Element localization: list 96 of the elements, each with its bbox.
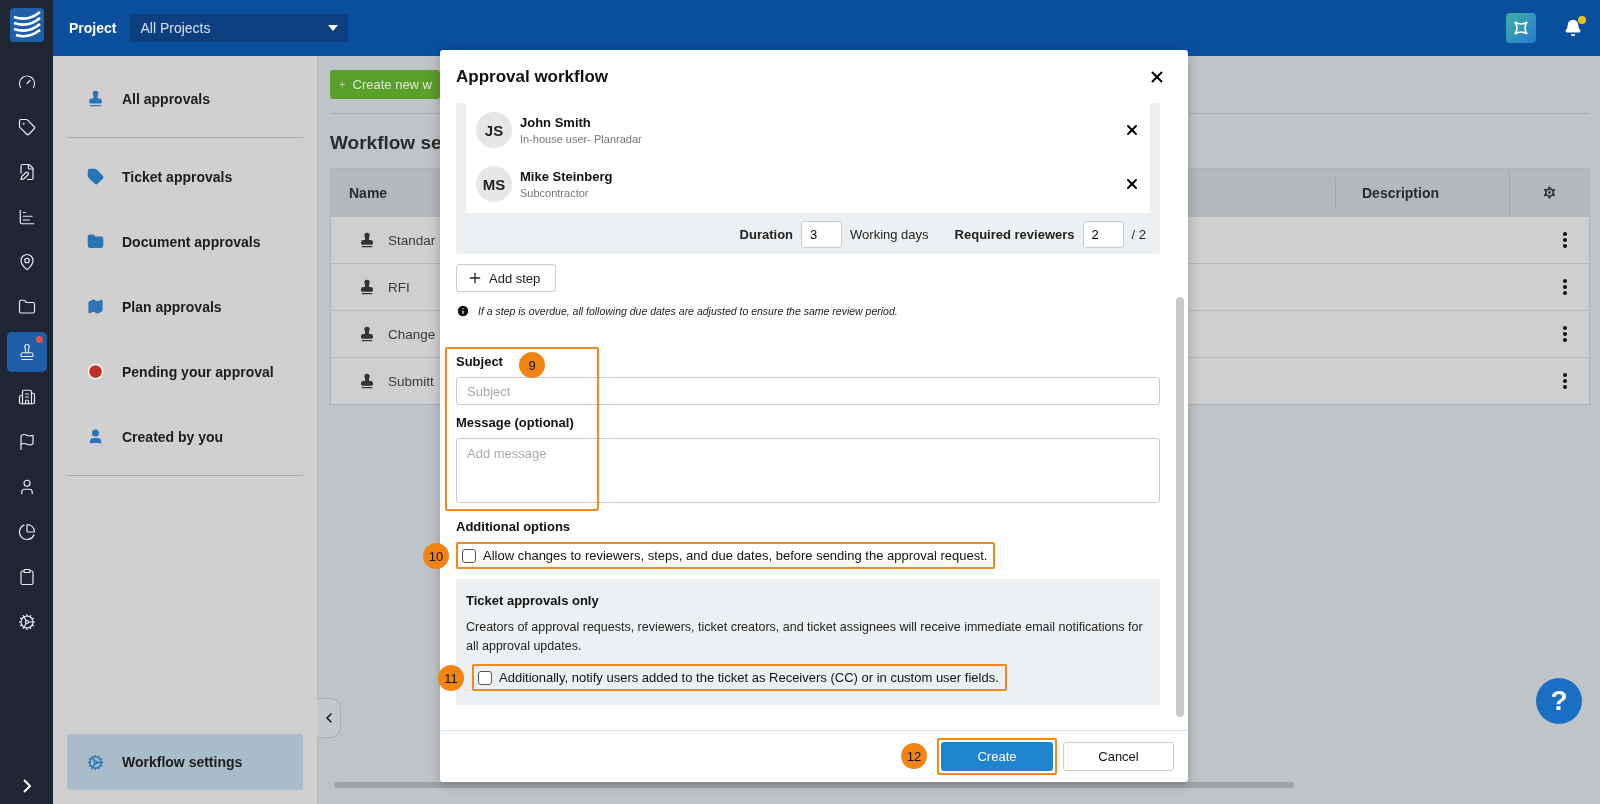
option-label: Additionally, notify users added to the ticket as Receivers (CC) or in custom user fields. [499, 670, 999, 685]
step-number-badge: 9 [519, 352, 545, 378]
sidebar-item[interactable]: Document approvals [67, 209, 303, 274]
gears-icon [87, 753, 104, 771]
pie-chart-icon [17, 523, 36, 541]
nav-rail-button[interactable] [6, 332, 47, 372]
duration-field[interactable]: 3 [801, 221, 843, 248]
sidebar-item[interactable]: Plan approvals [67, 274, 303, 339]
gears-icon [17, 613, 36, 631]
add-step-button[interactable]: Add step [456, 264, 556, 292]
stamp-icon [17, 343, 36, 361]
chevron-right-icon [22, 779, 31, 793]
gauge-icon [17, 73, 36, 91]
ticket-options-title: Ticket approvals only [466, 593, 599, 608]
more-icon [1563, 279, 1567, 295]
folder-icon [17, 298, 36, 316]
info-icon [456, 304, 470, 318]
row-menu-button[interactable] [1563, 373, 1567, 389]
reviewers-total: / 2 [1131, 227, 1146, 242]
table-cell: Submitt [388, 373, 434, 389]
stamp-icon [359, 232, 375, 248]
sidebar-item[interactable]: Workflow settings [67, 734, 303, 790]
sidebar-item[interactable]: Ticket approvals [67, 144, 303, 209]
checkbox[interactable] [462, 548, 476, 563]
dialog-title: Approval workflow [456, 66, 609, 87]
subject-label: Subject [456, 354, 503, 369]
sidebar-item[interactable]: Created by you [67, 404, 303, 469]
duration-unit: Working days [850, 227, 929, 242]
help-button[interactable]: ? [1536, 678, 1582, 724]
row-menu-button[interactable] [1563, 326, 1567, 342]
document-pen-icon [17, 163, 36, 181]
remove-button[interactable] [1124, 176, 1140, 192]
reviewer-name: John Smith [520, 115, 592, 130]
stamp-icon [87, 90, 104, 107]
flag-icon [17, 433, 36, 451]
plus-icon [467, 270, 483, 286]
more-icon [1563, 373, 1567, 389]
table-cell: RFI [388, 279, 410, 295]
required-reviewers-label: Required reviewers [954, 227, 1075, 242]
row-menu-button[interactable] [1563, 279, 1567, 295]
additional-options-label: Additional options [456, 519, 571, 534]
collapse-button[interactable] [317, 698, 341, 738]
message-label: Message (optional) [456, 415, 574, 430]
avatar: MS [476, 166, 512, 202]
step-number-badge: 11 [438, 665, 464, 691]
project-dropdown[interactable]: All Projects [130, 14, 349, 42]
info-text: If a step is overdue, all following due dates are adjusted to ensure the same review period. [478, 305, 898, 317]
scrollbar[interactable] [334, 782, 1294, 788]
sidebar-item[interactable]: Pending your approval [67, 339, 303, 404]
close-icon [1124, 122, 1140, 138]
scrollbar[interactable] [1176, 297, 1184, 717]
page-title: Workflow se [330, 132, 442, 154]
folder-icon [87, 233, 104, 250]
avatar: JS [476, 112, 512, 148]
cancel-button[interactable]: Cancel [1063, 742, 1174, 771]
bell-icon [1564, 19, 1582, 37]
sidebar-item[interactable]: All approvals [67, 66, 303, 131]
ai-assistant-button[interactable] [1506, 13, 1536, 43]
settings-icon[interactable] [1541, 184, 1558, 201]
column-header: Description [1335, 176, 1509, 209]
tag-icon [87, 168, 104, 185]
message-field[interactable]: Add message [456, 438, 1160, 503]
create-button[interactable]: Create [941, 742, 1053, 771]
checkbox[interactable] [478, 670, 492, 685]
column-header: Name [348, 184, 388, 201]
project-label: Project [69, 20, 117, 36]
remove-button[interactable] [1124, 122, 1140, 138]
tag-icon [17, 118, 36, 136]
close-icon [1124, 176, 1140, 192]
duration-label: Duration [739, 227, 794, 242]
reviewer-name: Mike Steinberg [520, 169, 614, 184]
required-reviewers-field[interactable]: 2 [1082, 221, 1124, 248]
caret-icon [328, 25, 339, 31]
chart-icon [17, 208, 36, 226]
more-icon [1563, 232, 1567, 248]
ticket-options-text: Creators of approval requests, reviewers, ticket creators, and ticket assignees will receive immediate email notifications for all approval updates. [466, 619, 1144, 655]
step-number-badge: 12 [901, 743, 927, 769]
table-cell: Standar [388, 232, 436, 248]
map-icon [87, 298, 104, 315]
reviewer-role: Subcontractor [520, 187, 590, 199]
stamp-icon [359, 326, 375, 342]
step-number-badge: 10 [423, 543, 449, 569]
user-icon [87, 428, 104, 445]
stamp-icon [359, 373, 375, 389]
more-icon [1563, 326, 1567, 342]
reviewer-role: In-house user- Planradar [520, 133, 643, 145]
table-cell: Change [388, 326, 436, 342]
map-pin-icon [17, 253, 36, 271]
subject-field[interactable]: Subject [456, 377, 1160, 405]
option-label: Allow changes to reviewers, steps, and due dates, before sending the approval request. [483, 548, 988, 563]
clipboard-icon [17, 568, 36, 586]
logo-icon[interactable] [9, 8, 44, 42]
building-icon [17, 388, 36, 406]
sparkle-knot-icon [1511, 18, 1531, 38]
row-menu-button[interactable] [1563, 232, 1567, 248]
stamp-icon [359, 279, 375, 295]
